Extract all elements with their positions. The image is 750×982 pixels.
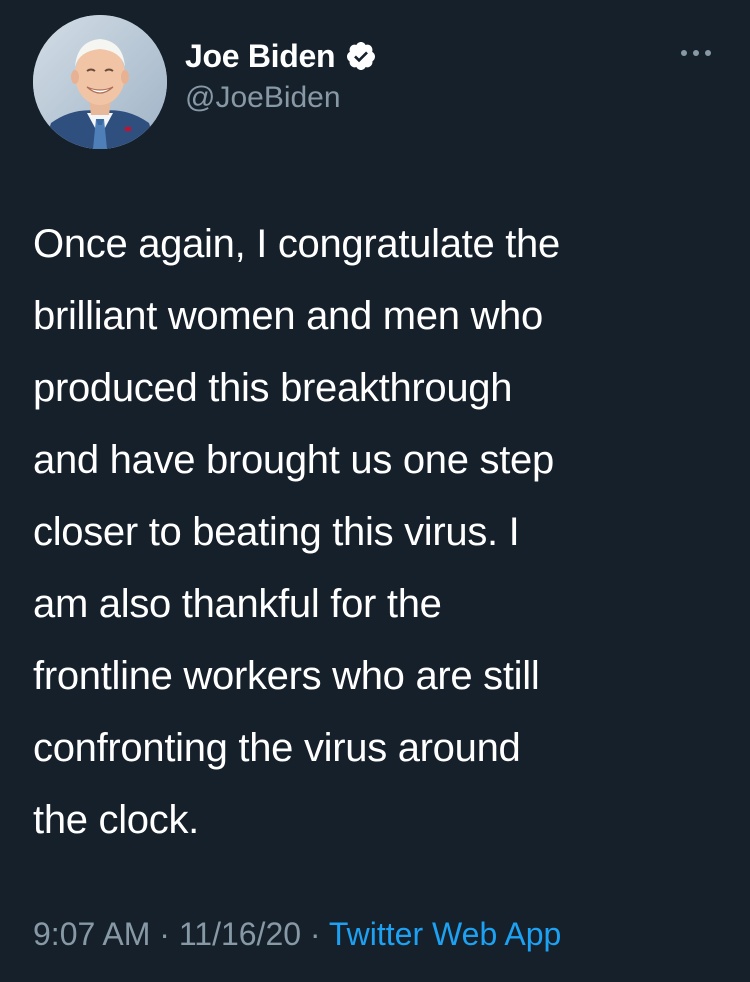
tweet-card: Joe Biden @JoeBiden Once again, I congra… [0,0,750,982]
handle[interactable]: @JoeBiden [185,81,377,115]
meta-separator: · [159,916,170,952]
display-name[interactable]: Joe Biden [185,38,336,75]
more-options-icon[interactable] [679,45,713,56]
tweet-header: Joe Biden @JoeBiden [33,15,723,150]
avatar[interactable] [33,15,167,149]
display-name-row: Joe Biden [185,35,377,77]
tweet-source-link[interactable]: Twitter Web App [329,916,561,952]
tweet-text: Once again, I congratulate the brilliant… [33,222,560,842]
author-names: Joe Biden @JoeBiden [185,35,377,115]
meta-separator: · [309,916,321,952]
tweet-time[interactable]: 9:07 AM [33,916,150,952]
tweet-meta: 9:07 AM · 11/16/20 · Twitter Web App [33,916,561,953]
verified-badge-icon [345,40,377,72]
tweet-date[interactable]: 11/16/20 [179,916,301,952]
avatar-photo [33,15,167,149]
